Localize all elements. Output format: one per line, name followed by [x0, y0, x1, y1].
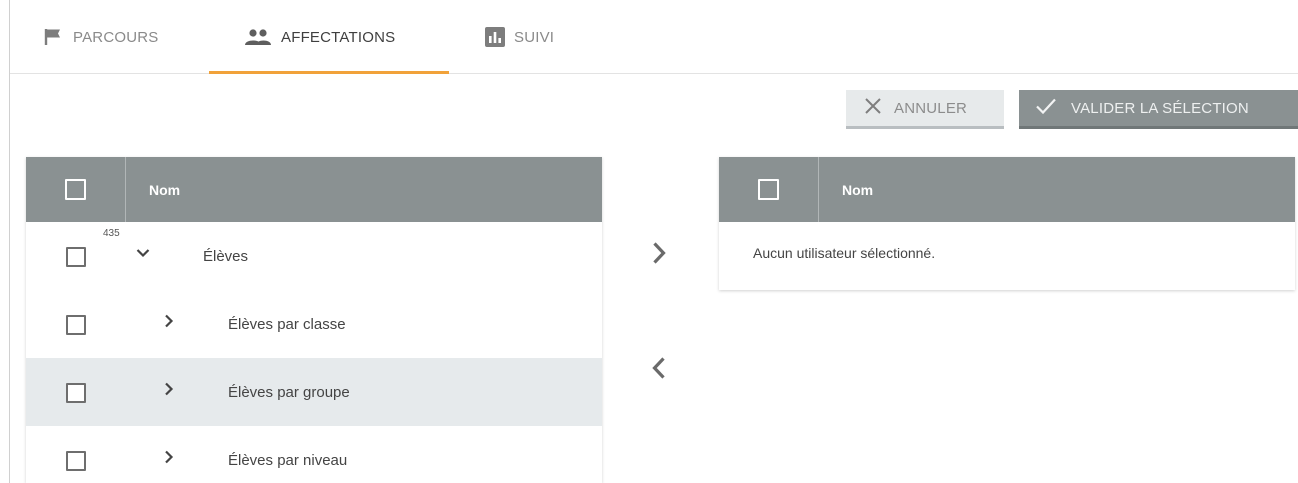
move-left-button[interactable] [647, 355, 671, 385]
cancel-button[interactable]: ANNULER [846, 90, 1004, 129]
tab-affectations[interactable]: AFFECTATIONS [244, 0, 395, 74]
close-icon [864, 97, 882, 119]
select-all-checkbox[interactable] [758, 179, 779, 200]
chevron-right-icon [652, 241, 666, 270]
chevron-right-icon[interactable] [162, 314, 176, 328]
row-count-badge: 435 [103, 228, 120, 239]
empty-selection-message: Aucun utilisateur sélectionné. [753, 245, 936, 261]
validate-selection-button[interactable]: VALIDER LA SÉLECTION [1019, 90, 1298, 129]
move-right-button[interactable] [647, 240, 671, 270]
tab-affectations-label: AFFECTATIONS [281, 28, 396, 46]
selected-users-table: Nom Aucun utilisateur sélectionné. [719, 157, 1295, 290]
tab-suivi[interactable]: SUIVI [485, 0, 554, 74]
bar-chart-icon [485, 27, 505, 47]
row-label: Élèves [203, 247, 249, 265]
select-all-cell [26, 157, 126, 222]
available-users-table: Nom 435 Élèves Élèves par classe Élèves … [26, 157, 602, 483]
table-header: Nom [719, 157, 1295, 222]
table-row-eleves-par-niveau: Élèves par niveau [26, 426, 602, 483]
column-header-name: Nom [149, 181, 181, 198]
table-row-eleves-par-classe: Élèves par classe [26, 290, 602, 358]
table-row-eleves: 435 Élèves [26, 222, 602, 290]
table-header: Nom [26, 157, 602, 222]
row-label: Élèves par groupe [228, 383, 350, 401]
flag-icon [44, 28, 64, 46]
table-row-eleves-par-groupe: Élèves par groupe [26, 358, 602, 426]
column-header-name: Nom [842, 181, 874, 198]
chevron-left-icon [652, 356, 666, 385]
chevron-right-icon[interactable] [162, 450, 176, 464]
cancel-button-label: ANNULER [894, 99, 968, 117]
row-label: Élèves par classe [228, 315, 346, 333]
tab-bar: PARCOURS AFFECTATIONS SUIVI [10, 0, 1298, 74]
row-checkbox[interactable] [66, 383, 86, 403]
people-icon [244, 28, 272, 46]
select-all-checkbox[interactable] [65, 179, 86, 200]
active-tab-indicator [209, 71, 449, 74]
chevron-down-icon[interactable] [136, 246, 150, 260]
row-checkbox[interactable] [66, 315, 86, 335]
chevron-right-icon[interactable] [162, 382, 176, 396]
validate-button-label: VALIDER LA SÉLECTION [1071, 99, 1249, 117]
tab-parcours-label: PARCOURS [73, 28, 159, 46]
tab-suivi-label: SUIVI [514, 28, 555, 46]
row-checkbox[interactable] [66, 451, 86, 471]
tab-parcours[interactable]: PARCOURS [44, 0, 159, 74]
select-all-cell [719, 157, 819, 222]
check-icon [1035, 97, 1057, 119]
row-checkbox[interactable] [66, 247, 86, 267]
row-label: Élèves par niveau [228, 451, 348, 469]
